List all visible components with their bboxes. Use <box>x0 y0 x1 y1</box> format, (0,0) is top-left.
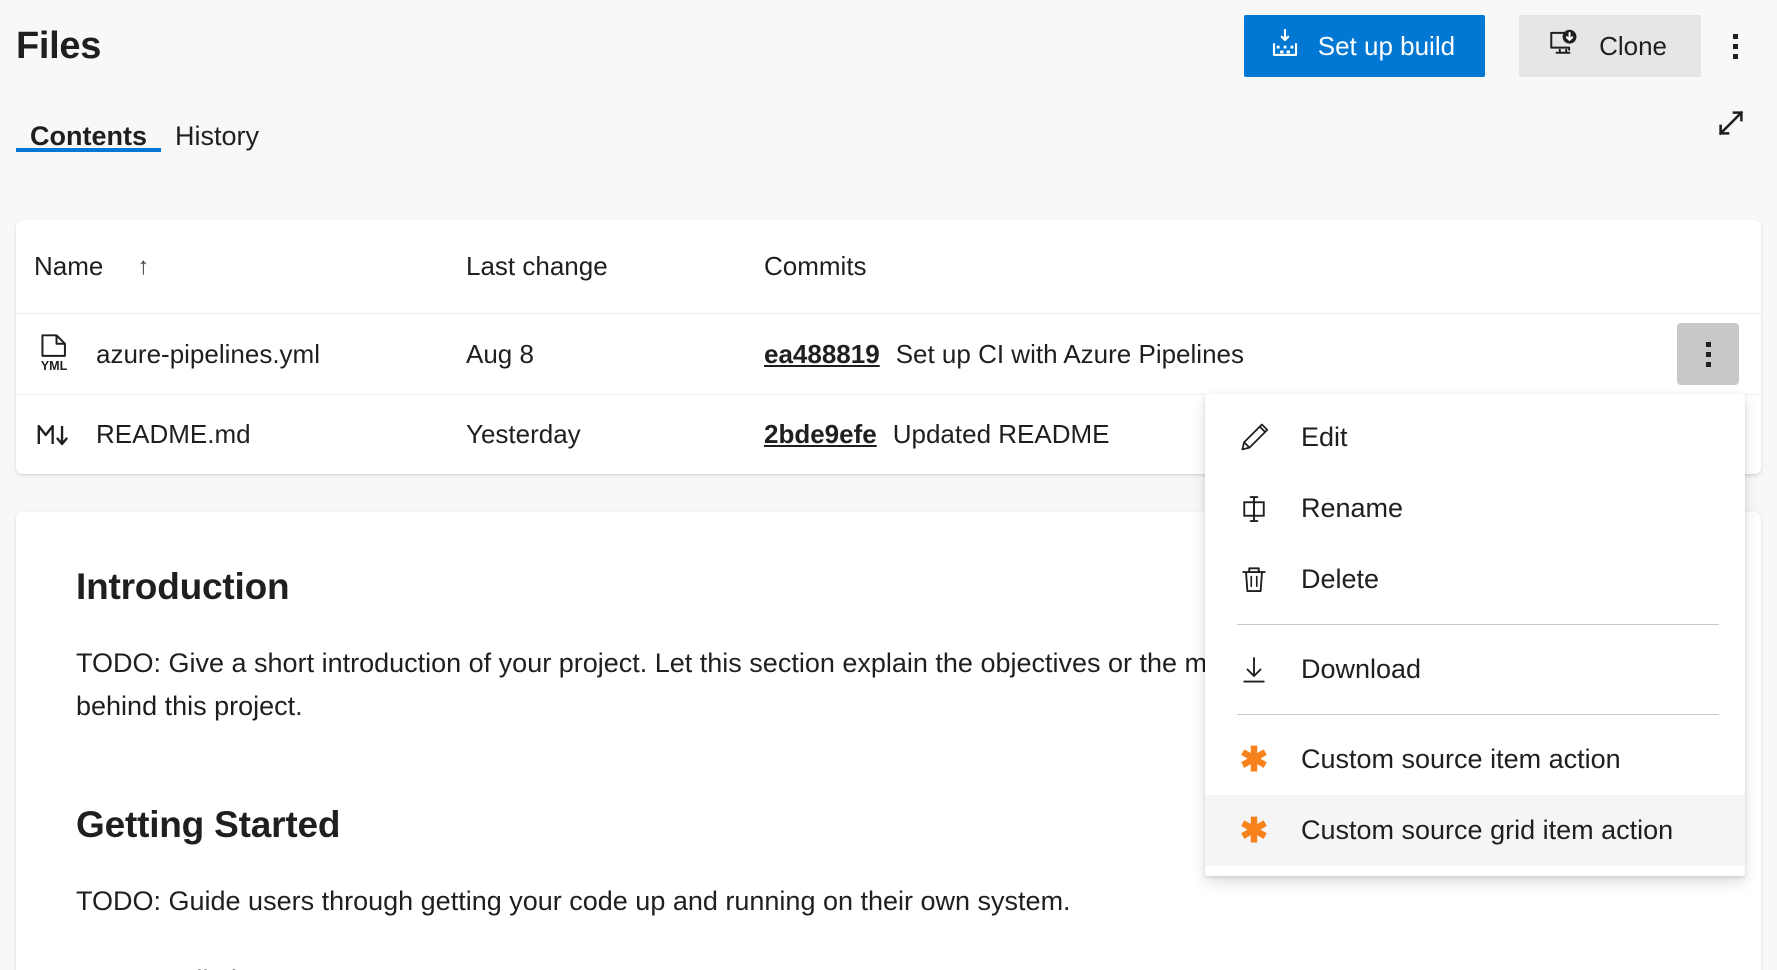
expand-diagonal-icon <box>1715 107 1747 142</box>
sort-ascending-icon: ↑ <box>137 253 149 281</box>
column-header-name-label: Name <box>34 251 103 282</box>
kebab-menu-icon <box>1733 34 1738 59</box>
star-icon: ✱ <box>1239 816 1269 846</box>
commit-message: Set up CI with Azure Pipelines <box>896 339 1244 370</box>
build-icon <box>1270 28 1300 65</box>
column-header-commits[interactable]: Commits <box>764 251 1743 282</box>
file-name-label: README.md <box>96 419 251 450</box>
menu-separator <box>1237 714 1719 715</box>
column-header-name[interactable]: Name ↑ <box>34 251 466 282</box>
pencil-icon <box>1239 423 1269 453</box>
file-name-label: azure-pipelines.yml <box>96 339 320 370</box>
page-header: Files Set up build <box>0 0 1777 92</box>
page-title: Files <box>16 27 101 65</box>
download-icon <box>1239 655 1269 685</box>
yml-file-icon: YML <box>34 332 74 376</box>
tab-bar: Contents History <box>0 92 1777 180</box>
star-icon: ✱ <box>1239 745 1269 775</box>
context-menu-item-delete[interactable]: Delete <box>1205 544 1745 615</box>
header-more-actions-button[interactable] <box>1707 15 1763 77</box>
list-item: Installation process <box>138 959 1701 970</box>
table-row[interactable]: YML azure-pipelines.yml Aug 8 ea488819 S… <box>16 314 1761 394</box>
context-menu-item-download-label: Download <box>1301 654 1421 685</box>
context-menu-item-edit-label: Edit <box>1301 422 1348 453</box>
row-more-actions-button[interactable] <box>1677 323 1739 385</box>
file-commit-cell: ea488819 Set up CI with Azure Pipelines <box>764 339 1743 370</box>
commit-hash-link[interactable]: ea488819 <box>764 339 880 370</box>
file-name-cell[interactable]: YML azure-pipelines.yml <box>34 332 466 376</box>
tab-history[interactable]: History <box>161 92 273 170</box>
commit-hash-link[interactable]: 2bde9efe <box>764 419 877 450</box>
context-menu-item-custom-source-item-action[interactable]: ✱ Custom source item action <box>1205 724 1745 795</box>
tab-contents[interactable]: Contents <box>16 92 161 170</box>
set-up-build-label: Set up build <box>1318 31 1455 62</box>
tab-contents-label: Contents <box>30 121 147 151</box>
file-name-cell[interactable]: README.md <box>34 413 466 457</box>
context-menu-item-custom-source-grid-item-action-label: Custom source grid item action <box>1301 815 1673 846</box>
context-menu-item-rename-label: Rename <box>1301 493 1403 524</box>
kebab-menu-icon <box>1706 342 1711 367</box>
context-menu-item-edit[interactable]: Edit <box>1205 402 1745 473</box>
commit-message: Updated README <box>893 419 1110 450</box>
tabs: Contents History <box>16 92 273 170</box>
clone-label: Clone <box>1599 31 1667 62</box>
readme-paragraph-introduction: TODO: Give a short introduction of your … <box>76 642 1366 728</box>
clone-button[interactable]: Clone <box>1519 15 1701 77</box>
files-grid-header: Name ↑ Last change Commits <box>16 220 1761 314</box>
context-menu-item-delete-label: Delete <box>1301 564 1379 595</box>
header-actions: Set up build Clone <box>1244 15 1763 77</box>
context-menu-item-rename[interactable]: Rename <box>1205 473 1745 544</box>
markdown-file-icon <box>34 413 74 457</box>
tab-history-label: History <box>175 121 259 151</box>
readme-paragraph-getting-started: TODO: Guide users through getting your c… <box>76 880 1366 923</box>
column-header-last-change[interactable]: Last change <box>466 251 764 282</box>
clone-icon <box>1547 27 1579 66</box>
svg-text:YML: YML <box>41 359 68 373</box>
full-screen-button[interactable] <box>1701 94 1761 154</box>
row-context-menu: Edit Rename Delete <box>1205 394 1745 876</box>
readme-ordered-list: Installation process <box>76 959 1701 970</box>
context-menu-item-custom-source-grid-item-action[interactable]: ✱ Custom source grid item action <box>1205 795 1745 866</box>
file-last-change: Yesterday <box>466 419 764 450</box>
context-menu-item-custom-source-item-action-label: Custom source item action <box>1301 744 1621 775</box>
trash-icon <box>1239 565 1269 595</box>
rename-icon <box>1239 494 1269 524</box>
file-last-change: Aug 8 <box>466 339 764 370</box>
set-up-build-button[interactable]: Set up build <box>1244 15 1485 77</box>
context-menu-item-download[interactable]: Download <box>1205 634 1745 705</box>
menu-separator <box>1237 624 1719 625</box>
